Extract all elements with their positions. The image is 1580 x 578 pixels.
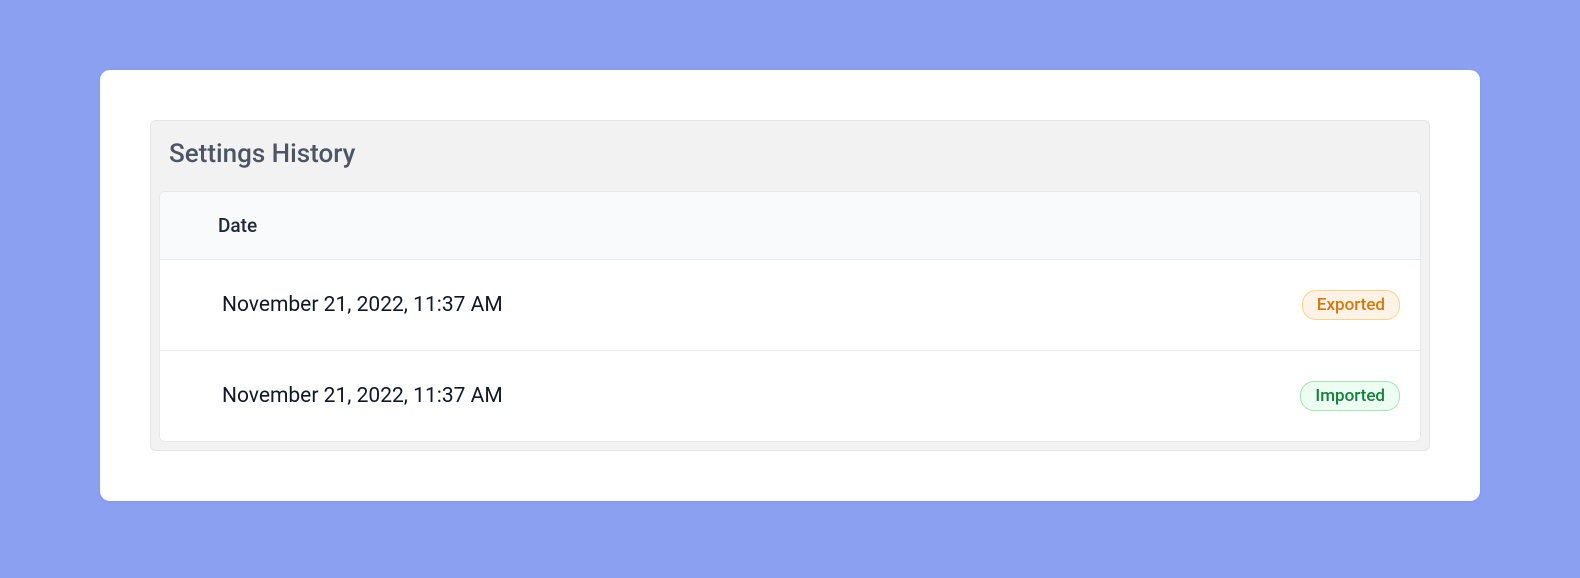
row-date: November 21, 2022, 11:37 AM — [222, 293, 503, 317]
settings-history-panel: Settings History Date November 21, 2022,… — [150, 120, 1430, 451]
status-badge-exported: Exported — [1302, 290, 1400, 320]
status-badge-imported: Imported — [1300, 381, 1400, 411]
table-row[interactable]: November 21, 2022, 11:37 AM Exported — [160, 260, 1420, 351]
table-row[interactable]: November 21, 2022, 11:37 AM Imported — [160, 351, 1420, 441]
card-container: Settings History Date November 21, 2022,… — [100, 70, 1480, 501]
panel-title: Settings History — [151, 121, 1429, 191]
table-header-date: Date — [160, 192, 1420, 260]
row-date: November 21, 2022, 11:37 AM — [222, 384, 503, 408]
history-table: Date November 21, 2022, 11:37 AM Exporte… — [159, 191, 1421, 442]
